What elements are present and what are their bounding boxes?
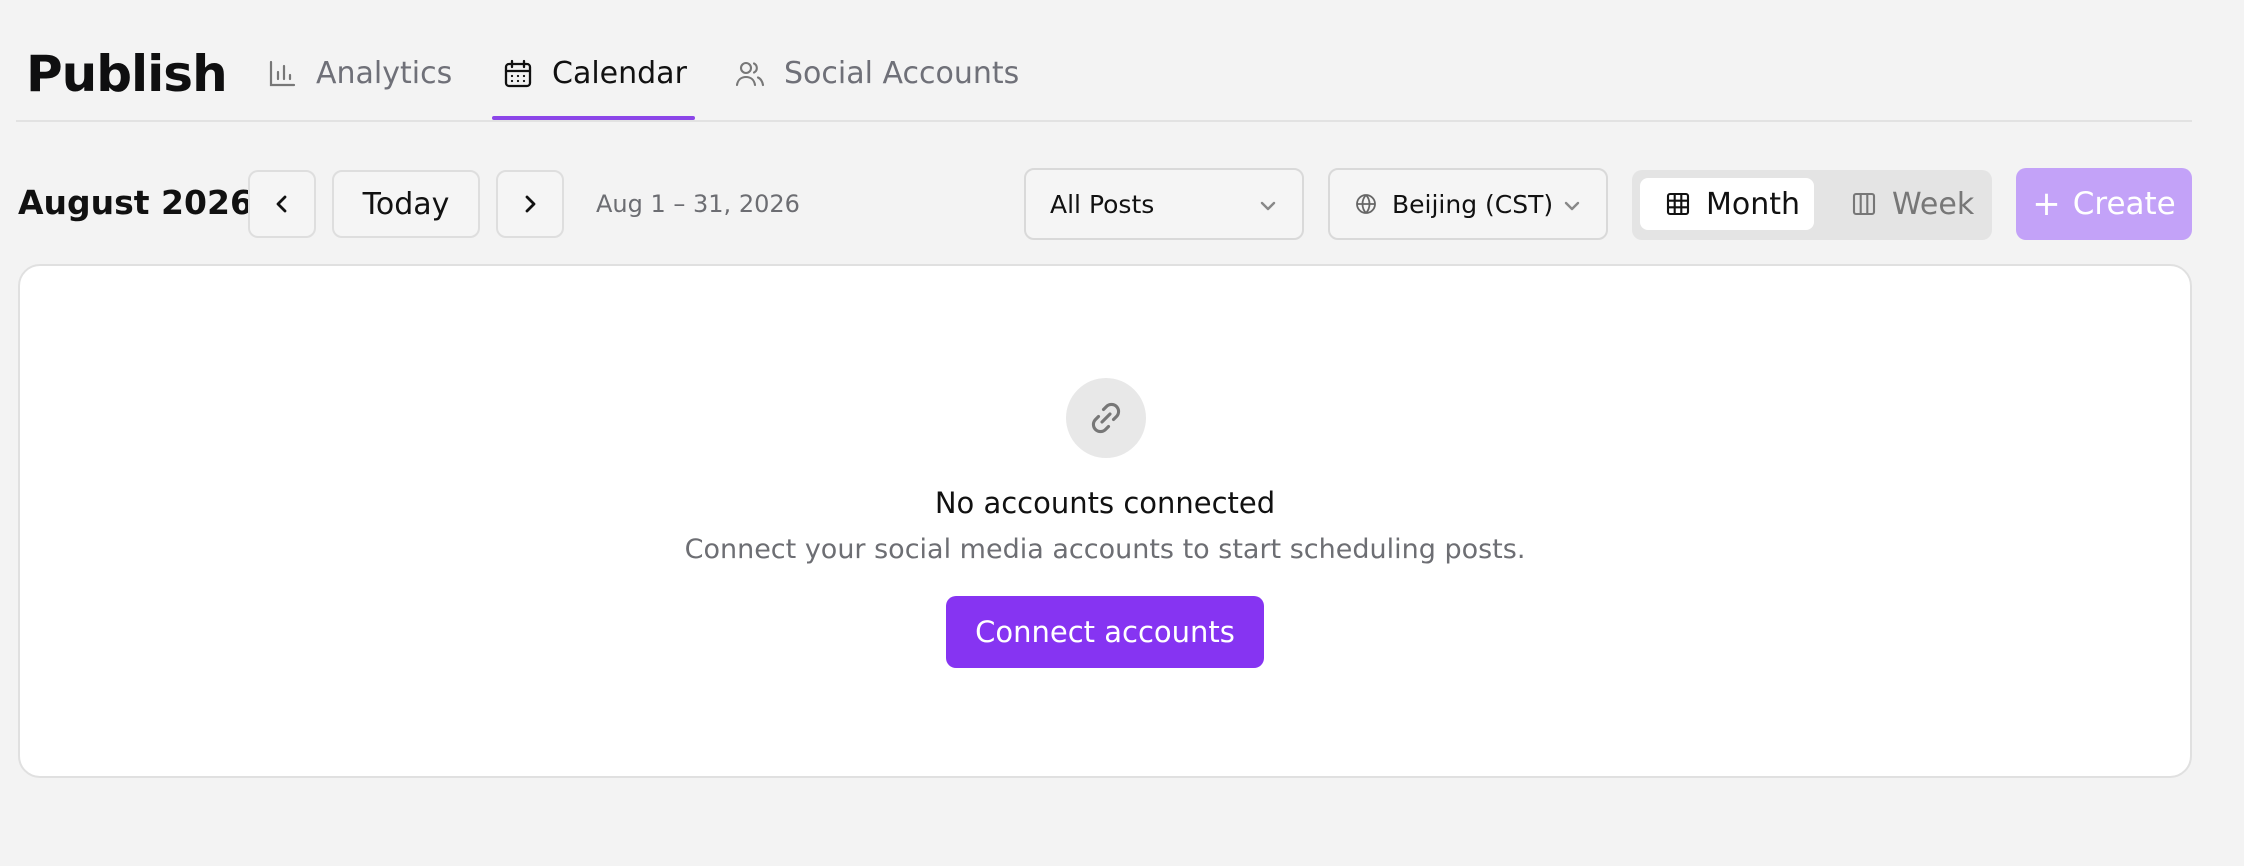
post-filter-select[interactable]: All Posts	[1024, 168, 1304, 240]
timezone-value: Beijing (CST)	[1392, 189, 1554, 219]
chevron-down-icon	[1260, 201, 1276, 211]
grid-icon	[1666, 192, 1690, 216]
tab-analytics[interactable]: Analytics	[266, 54, 452, 118]
tab-social-accounts-label: Social Accounts	[784, 56, 1020, 91]
plus-icon: +	[2032, 184, 2061, 224]
tab-analytics-label: Analytics	[316, 56, 453, 91]
page-title: Publish	[26, 45, 228, 103]
empty-state-description: Connect your social media accounts to st…	[684, 534, 1526, 565]
month-view-label: Month	[1706, 186, 1801, 222]
date-range-label: Aug 1 – 31, 2026	[596, 190, 800, 218]
week-view-button[interactable]: Week	[1826, 178, 1986, 230]
empty-state-title: No accounts connected	[934, 486, 1276, 520]
connect-accounts-label: Connect accounts	[975, 615, 1235, 649]
create-button-label: Create	[2072, 186, 2176, 222]
month-view-button[interactable]: Month	[1640, 178, 1814, 230]
tab-calendar-label: Calendar	[552, 56, 687, 91]
columns-icon	[1852, 192, 1876, 216]
post-filter-value: All Posts	[1050, 189, 1155, 219]
top-navigation: Publish Analytics Calendar Social Accoun…	[16, 0, 2192, 122]
month-title: August 2026	[18, 183, 253, 222]
today-button-label: Today	[362, 186, 450, 222]
tab-calendar[interactable]: Calendar	[492, 54, 695, 120]
connect-accounts-button[interactable]: Connect accounts	[946, 596, 1264, 668]
week-view-label: Week	[1892, 186, 1975, 222]
tab-social-accounts[interactable]: Social Accounts	[734, 54, 1019, 118]
chevron-left-icon	[276, 195, 287, 213]
today-button[interactable]: Today	[332, 170, 480, 238]
empty-state-card: No accounts connected Connect your socia…	[18, 264, 2192, 778]
calendar-view-toggle: Month Week	[1632, 170, 1992, 240]
globe-icon	[1356, 194, 1376, 214]
next-month-button[interactable]	[496, 170, 564, 238]
chevron-down-icon	[1564, 201, 1580, 211]
calendar-icon	[504, 59, 532, 88]
chevron-right-icon	[525, 195, 536, 213]
bar-chart-icon	[269, 60, 296, 87]
link-icon	[1066, 378, 1146, 458]
timezone-select[interactable]: Beijing (CST)	[1328, 168, 1608, 240]
create-button[interactable]: + Create	[2016, 168, 2192, 240]
previous-month-button[interactable]	[248, 170, 316, 238]
calendar-toolbar: August 2026 Today Aug 1 – 31, 2026 All P…	[18, 168, 2192, 240]
users-icon	[735, 61, 765, 87]
